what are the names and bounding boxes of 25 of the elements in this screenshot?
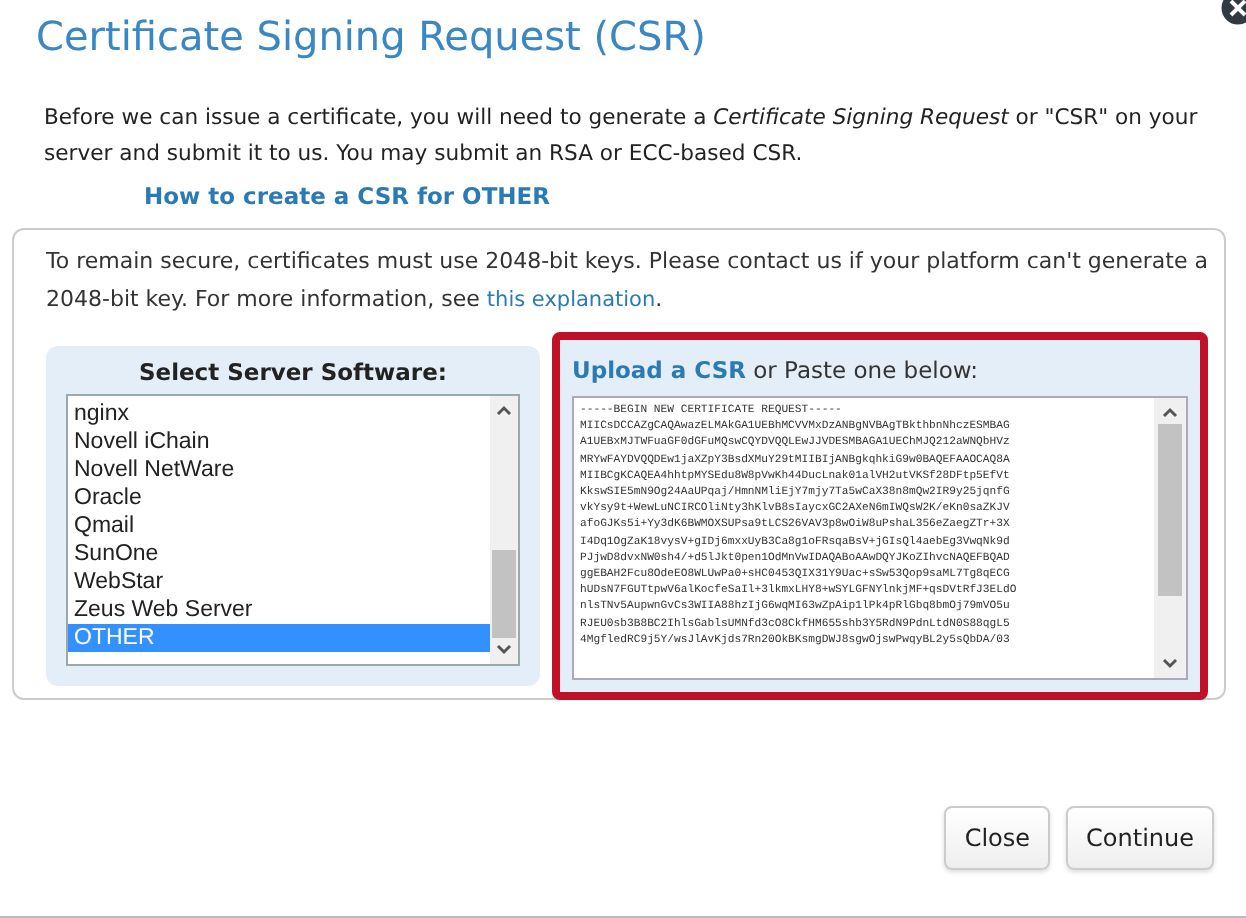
- dialog-button[interactable]: Close: [944, 806, 1051, 870]
- dialog-button[interactable]: Continue: [1066, 806, 1214, 870]
- server-option[interactable]: Zeus Web Server: [68, 596, 490, 624]
- scroll-up-icon[interactable]: [494, 402, 514, 418]
- intro-text: Before we can issue a certificate, you will need to generate a Certificate Signing Request or "CSR" on your server and submit it to us. You may submit an RSA or ECC-based CSR.: [44, 102, 1200, 170]
- scrollbar-thumb[interactable]: [492, 550, 516, 638]
- server-option[interactable]: Qmail: [68, 512, 490, 540]
- paste-label: or Paste one below:: [753, 356, 979, 384]
- notice-text: To remain secure, certificates must use 2048-bit keys. Please contact us if your platform can't generate a 2048-bit key. For more information, see this explanation.: [46, 246, 1208, 316]
- scroll-down-icon[interactable]: [494, 642, 514, 658]
- dialog-title: Certificate Signing Request (CSR): [36, 10, 706, 60]
- server-option[interactable]: nginx: [68, 400, 490, 428]
- server-option[interactable]: Oracle: [68, 484, 490, 512]
- upload-csr-link[interactable]: Upload a CSR: [572, 356, 746, 384]
- server-software-list[interactable]: nginx Novell iChain Novell NetWare Oracle Qmail SunOne WebStar Zeus Web Server OTHER: [66, 394, 520, 666]
- server-option[interactable]: Novell NetWare: [68, 456, 490, 484]
- scroll-up-icon[interactable]: [1160, 404, 1180, 420]
- server-option[interactable]: Novell iChain: [68, 428, 490, 456]
- explanation-link[interactable]: this explanation: [486, 288, 656, 312]
- server-software-heading: Select Server Software:: [136, 356, 449, 390]
- scrollbar-thumb[interactable]: [1158, 424, 1182, 595]
- server-option[interactable]: WebStar: [68, 568, 490, 596]
- server-option[interactable]: SunOne: [68, 540, 490, 568]
- howto-link[interactable]: How to create a CSR for OTHER: [144, 182, 550, 210]
- scroll-down-icon[interactable]: [1160, 656, 1180, 672]
